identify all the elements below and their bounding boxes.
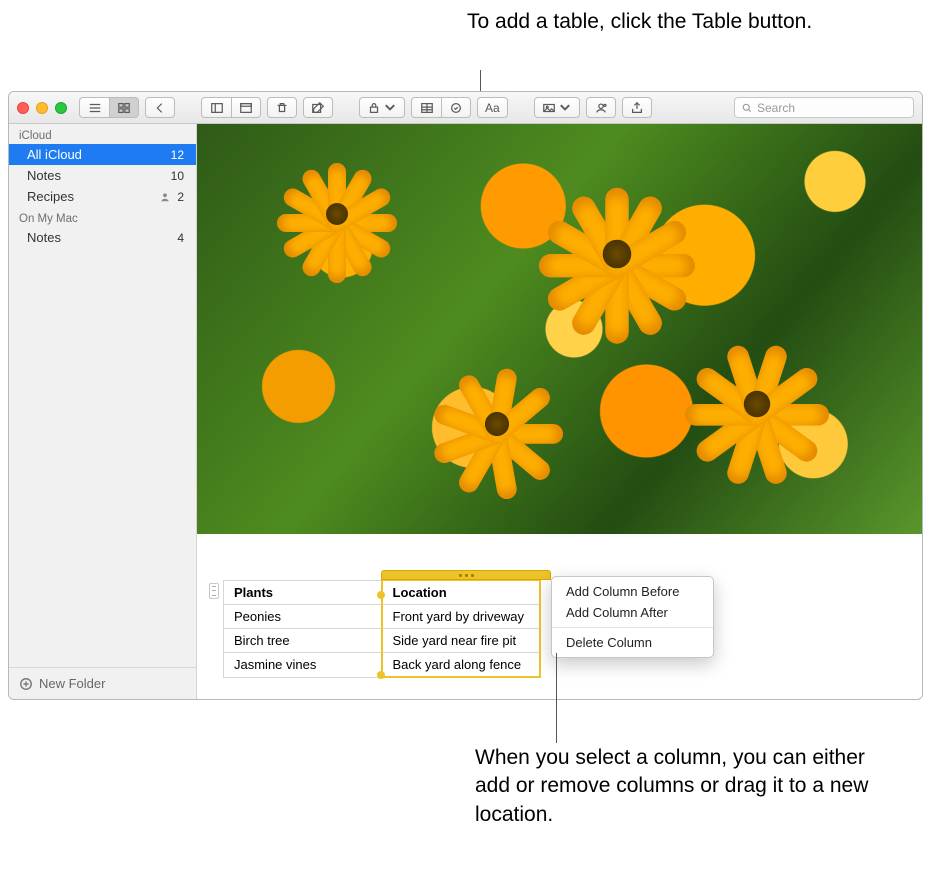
back-button[interactable] (145, 97, 175, 118)
menu-separator (552, 627, 713, 628)
sidebar-section-header: On My Mac (9, 207, 196, 227)
new-note-button[interactable] (303, 97, 333, 118)
sidebar-icon (210, 101, 224, 115)
share-icon (630, 101, 644, 115)
attachments-icon (239, 101, 253, 115)
sidebar-item-count: 12 (171, 148, 184, 162)
photo-icon (542, 101, 556, 115)
checklist-icon (449, 101, 463, 115)
sidebar-section-header: iCloud (9, 124, 196, 144)
menu-item-delete-column[interactable]: Delete Column (552, 632, 713, 653)
context-menu: Add Column Before Add Column After Delet… (551, 576, 714, 658)
table-column-handle[interactable] (381, 570, 551, 580)
table-cell[interactable]: Peonies (224, 605, 382, 629)
table-row[interactable]: Peonies Front yard by driveway (224, 605, 540, 629)
delete-button[interactable] (267, 97, 297, 118)
gallery-view-button[interactable] (109, 97, 139, 118)
share-button[interactable] (622, 97, 652, 118)
new-folder-button[interactable]: New Folder (9, 667, 196, 699)
menu-item-add-column-after[interactable]: Add Column After (552, 602, 713, 623)
table-header-cell[interactable]: Location (382, 580, 540, 605)
minimize-window-button[interactable] (36, 102, 48, 114)
checklist-button[interactable] (441, 97, 471, 118)
selection-handle-icon[interactable] (377, 671, 385, 679)
close-window-button[interactable] (17, 102, 29, 114)
menu-item-add-column-before[interactable]: Add Column Before (552, 581, 713, 602)
plus-circle-icon (19, 677, 33, 691)
callout-bottom: When you select a column, you can either… (475, 744, 875, 829)
sidebar-item-all-icloud[interactable]: All iCloud 12 (9, 144, 196, 165)
search-icon (741, 102, 753, 114)
sidebar-item-label: Notes (27, 230, 61, 245)
list-view-icon (88, 101, 102, 115)
note-table[interactable]: Plants Location Peonies Front yard by dr… (211, 579, 541, 678)
sidebar-item-recipes[interactable]: Recipes 2 (9, 186, 196, 207)
table-cell[interactable]: Side yard near fire pit (382, 629, 540, 653)
table-row[interactable]: Birch tree Side yard near fire pit (224, 629, 540, 653)
lock-icon (367, 101, 381, 115)
note-image (197, 124, 922, 534)
attachments-button[interactable] (231, 97, 261, 118)
chevron-left-icon (153, 101, 167, 115)
sidebar-item-count: 4 (177, 231, 184, 245)
table-row-handle[interactable] (209, 583, 219, 599)
table-icon (420, 101, 434, 115)
gallery-view-icon (117, 101, 131, 115)
chevron-down-icon (383, 101, 397, 115)
list-view-button[interactable] (79, 97, 109, 118)
table-cell[interactable]: Back yard along fence (382, 653, 540, 678)
sidebar-item-count: 10 (171, 169, 184, 183)
search-placeholder: Search (757, 101, 795, 115)
table-button[interactable] (411, 97, 441, 118)
trash-icon (275, 101, 289, 115)
search-input[interactable]: Search (734, 97, 914, 118)
table-header-cell[interactable]: Plants (224, 580, 382, 605)
collaborate-button[interactable] (586, 97, 616, 118)
toggle-sidebar-button[interactable] (201, 97, 231, 118)
toolbar: Aa Search (9, 92, 922, 124)
callout-top: To add a table, click the Table button. (467, 8, 812, 36)
shared-icon (159, 191, 171, 203)
table-cell[interactable]: Jasmine vines (224, 653, 382, 678)
add-people-icon (594, 101, 608, 115)
table-cell[interactable]: Front yard by driveway (382, 605, 540, 629)
callout-pointer-top (480, 70, 481, 92)
callout-pointer-bottom (556, 653, 557, 743)
sidebar-item-label: Notes (27, 168, 61, 183)
format-button[interactable]: Aa (477, 97, 508, 118)
sidebar-item-notes[interactable]: Notes 10 (9, 165, 196, 186)
new-folder-label: New Folder (39, 676, 105, 691)
media-button[interactable] (534, 97, 580, 118)
window-controls (17, 102, 67, 114)
format-label: Aa (485, 101, 500, 115)
selection-handle-icon[interactable] (377, 591, 385, 599)
sidebar-item-label: All iCloud (27, 147, 82, 162)
compose-icon (311, 101, 325, 115)
note-editor[interactable]: Plants Location Peonies Front yard by dr… (197, 124, 922, 699)
zoom-window-button[interactable] (55, 102, 67, 114)
sidebar-item-onmymac-notes[interactable]: Notes 4 (9, 227, 196, 248)
chevron-down-icon (558, 101, 572, 115)
sidebar: iCloud All iCloud 12 Notes 10 Recipes 2 … (9, 124, 197, 699)
sidebar-item-label: Recipes (27, 189, 74, 204)
table-cell[interactable]: Birch tree (224, 629, 382, 653)
notes-window: Aa Search iCloud All iCloud 12 Notes (8, 91, 923, 700)
lock-button[interactable] (359, 97, 405, 118)
sidebar-item-count: 2 (159, 190, 184, 204)
